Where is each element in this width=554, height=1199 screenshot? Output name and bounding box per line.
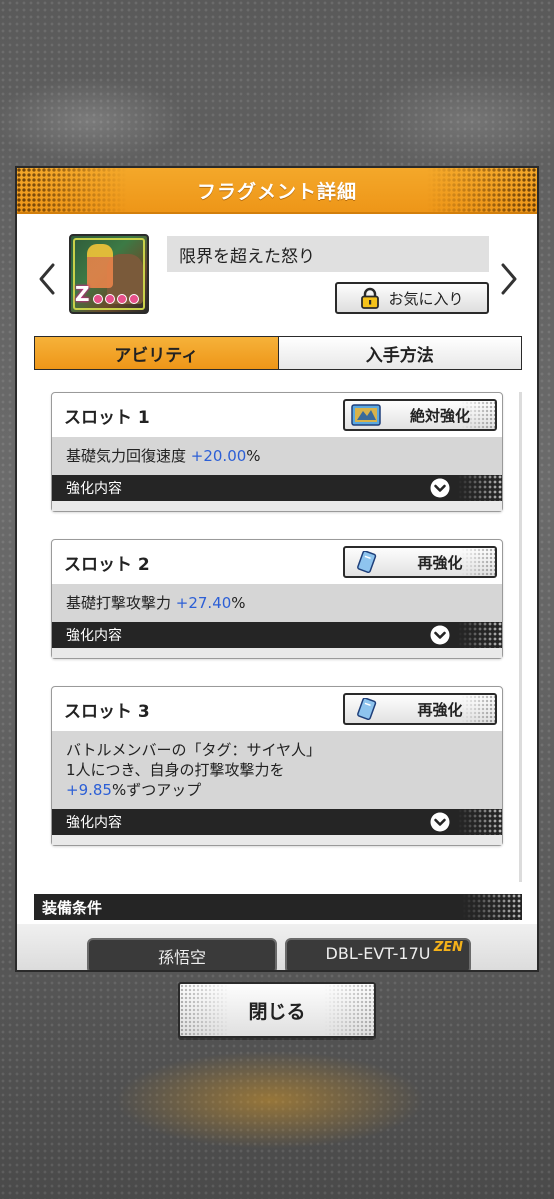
enhance-details-label: 強化内容 [66, 628, 122, 644]
bonus-value: +9.85 [66, 781, 112, 799]
slot-description: バトルメンバーの「タグ：サイヤ人」 1人につき、自身の打撃攻撃力を +9.85%… [52, 731, 502, 809]
absolute-enhance-button[interactable]: 絶対強化 [343, 399, 497, 431]
slot-title: スロット 1 [64, 407, 150, 428]
prev-arrow-icon[interactable] [37, 262, 57, 296]
equip-conditions-header: 装備条件 [34, 894, 522, 920]
bonus-value: +20.00 [190, 447, 247, 465]
modal-header: フラグメント詳細 [17, 168, 537, 214]
fragment-detail-modal: フラグメント詳細 Z 限界を超えた怒り お気に入り アビリティ 入手方法 スロッ… [15, 166, 539, 972]
reenhance-icon [357, 551, 377, 573]
equip-condition-chip: DBL-EVT-17U ZEN [285, 938, 471, 970]
absolute-enhance-label: 絶対強化 [409, 406, 470, 425]
slot-card: スロット 1 絶対強化 基礎気力回復速度 +20.00% 強化内容 [51, 392, 503, 512]
favorite-button[interactable]: お気に入り [335, 282, 489, 314]
equip-condition-chip: 孫悟空 [87, 938, 277, 970]
chevron-down-icon [430, 625, 450, 645]
ability-list[interactable]: スロット 1 絶対強化 基礎気力回復速度 +20.00% 強化内容 スロット 2… [34, 382, 522, 902]
slot-card: スロット 3 再強化 バトルメンバーの「タグ：サイヤ人」 1人につき、自身の打撃… [51, 686, 503, 846]
enhance-details-toggle[interactable]: 強化内容 [52, 809, 502, 835]
tab-acquisition[interactable]: 入手方法 [278, 337, 521, 369]
favorite-label: お気に入り [388, 289, 464, 308]
fragment-thumbnail-icon: Z [69, 234, 149, 314]
zenkai-badge-icon: ZEN [433, 940, 463, 955]
chevron-down-icon [430, 812, 450, 832]
lock-icon [361, 287, 380, 309]
reenhance-label: 再強化 [417, 553, 463, 572]
reenhance-icon [357, 698, 377, 720]
tab-bar: アビリティ 入手方法 [34, 336, 522, 370]
close-button[interactable]: 閉じる [178, 982, 376, 1038]
enhance-details-label: 強化内容 [66, 815, 122, 831]
fragment-name: 限界を超えた怒り [167, 236, 489, 272]
scrollbar[interactable] [519, 392, 522, 882]
slot-title: スロット 2 [64, 554, 150, 575]
reenhance-label: 再強化 [417, 700, 463, 719]
tab-ability[interactable]: アビリティ [35, 337, 279, 369]
enhance-details-toggle[interactable]: 強化内容 [52, 475, 502, 501]
reenhance-button[interactable]: 再強化 [343, 546, 497, 578]
chevron-down-icon [430, 478, 450, 498]
slot-description: 基礎気力回復速度 +20.00% [52, 437, 502, 475]
absolute-enhance-icon [351, 404, 381, 426]
enhance-details-toggle[interactable]: 強化内容 [52, 622, 502, 648]
next-arrow-icon[interactable] [499, 262, 519, 296]
slot-title: スロット 3 [64, 701, 150, 722]
enhance-details-label: 強化内容 [66, 481, 122, 497]
reenhance-button[interactable]: 再強化 [343, 693, 497, 725]
slot-card: スロット 2 再強化 基礎打撃攻撃力 +27.40% 強化内容 [51, 539, 503, 659]
modal-title: フラグメント詳細 [196, 180, 357, 203]
equip-conditions-row: 孫悟空 DBL-EVT-17U ZEN [17, 924, 537, 970]
bonus-value: +27.40 [175, 594, 232, 612]
slot-description: 基礎打撃攻撃力 +27.40% [52, 584, 502, 622]
equip-conditions-title: 装備条件 [42, 898, 103, 917]
